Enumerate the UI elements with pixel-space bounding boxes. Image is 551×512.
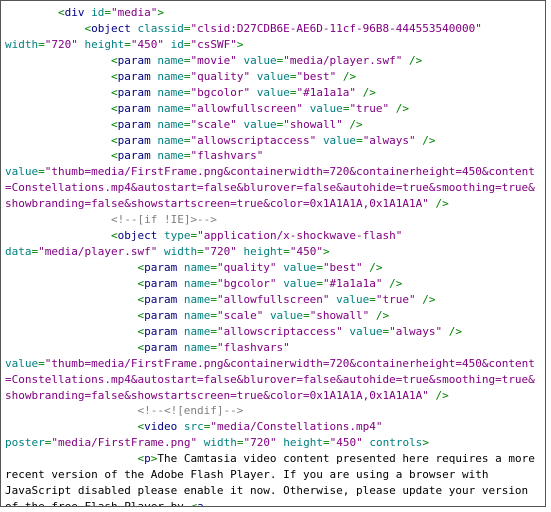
- code-frame: <div id="media"> <object classid="clsid:…: [0, 0, 546, 507]
- code-block: <div id="media"> <object classid="clsid:…: [1, 1, 545, 507]
